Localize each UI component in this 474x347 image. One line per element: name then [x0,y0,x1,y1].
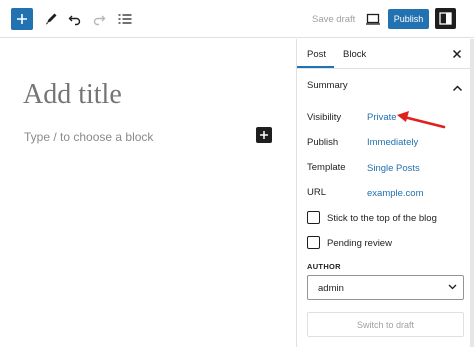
close-icon [452,49,462,59]
desktop-icon [366,13,380,25]
add-block-button[interactable] [11,8,33,30]
settings-sidebar: Post Block Summary Visibility Private Pu… [296,39,471,347]
pending-review-checkbox[interactable] [307,236,320,249]
tab-post[interactable]: Post [307,49,326,60]
author-select-value: admin [318,283,344,294]
summary-panel-title[interactable]: Summary [307,80,348,91]
annotation-arrow-icon [397,111,446,129]
summary-toggle[interactable] [452,80,463,92]
undo-icon [68,15,81,26]
sidebar-scrollbar[interactable] [470,39,474,347]
sticky-checkbox[interactable] [307,211,320,224]
settings-button[interactable] [435,8,456,29]
pending-review-label[interactable]: Pending review [327,238,392,249]
url-label: URL [307,187,327,198]
list-view-icon [118,14,132,24]
chevron-down-icon [448,284,457,290]
plus-icon [260,131,268,139]
redo-button[interactable] [90,10,108,28]
tab-block[interactable]: Block [343,49,366,60]
post-title-input[interactable]: Add title [23,79,122,111]
switch-to-draft-button[interactable]: Switch to draft [307,312,464,337]
chevron-up-icon [452,85,463,92]
close-sidebar-button[interactable] [451,47,463,59]
template-value[interactable]: Single Posts [367,163,420,174]
list-view-button[interactable] [116,10,134,28]
editor-canvas: Add title Type / to choose a block [0,39,296,347]
editor-header: Save draft Publish [0,0,474,38]
plus-icon [17,14,27,24]
active-tab-indicator [297,66,334,68]
sticky-checkbox-label[interactable]: Stick to the top of the blog [327,213,437,224]
author-label: AUTHOR [307,262,341,271]
visibility-label: Visibility [307,112,342,123]
template-label: Template [307,162,346,173]
undo-button[interactable] [66,10,84,28]
block-inserter-button[interactable] [256,127,272,143]
pencil-icon [46,13,57,25]
save-draft-button[interactable]: Save draft [312,14,355,25]
url-value[interactable]: example.com [367,188,424,199]
publish-date-value[interactable]: Immediately [367,137,418,148]
redo-icon [93,15,106,26]
author-select[interactable]: admin [307,275,464,300]
preview-button[interactable] [364,10,382,28]
tools-button[interactable] [42,10,60,28]
publish-button[interactable]: Publish [388,9,429,29]
sidebar-tabs: Post Block [297,39,471,69]
publish-label: Publish [307,137,339,148]
sidebar-icon [439,12,452,25]
block-placeholder[interactable]: Type / to choose a block [24,130,153,144]
